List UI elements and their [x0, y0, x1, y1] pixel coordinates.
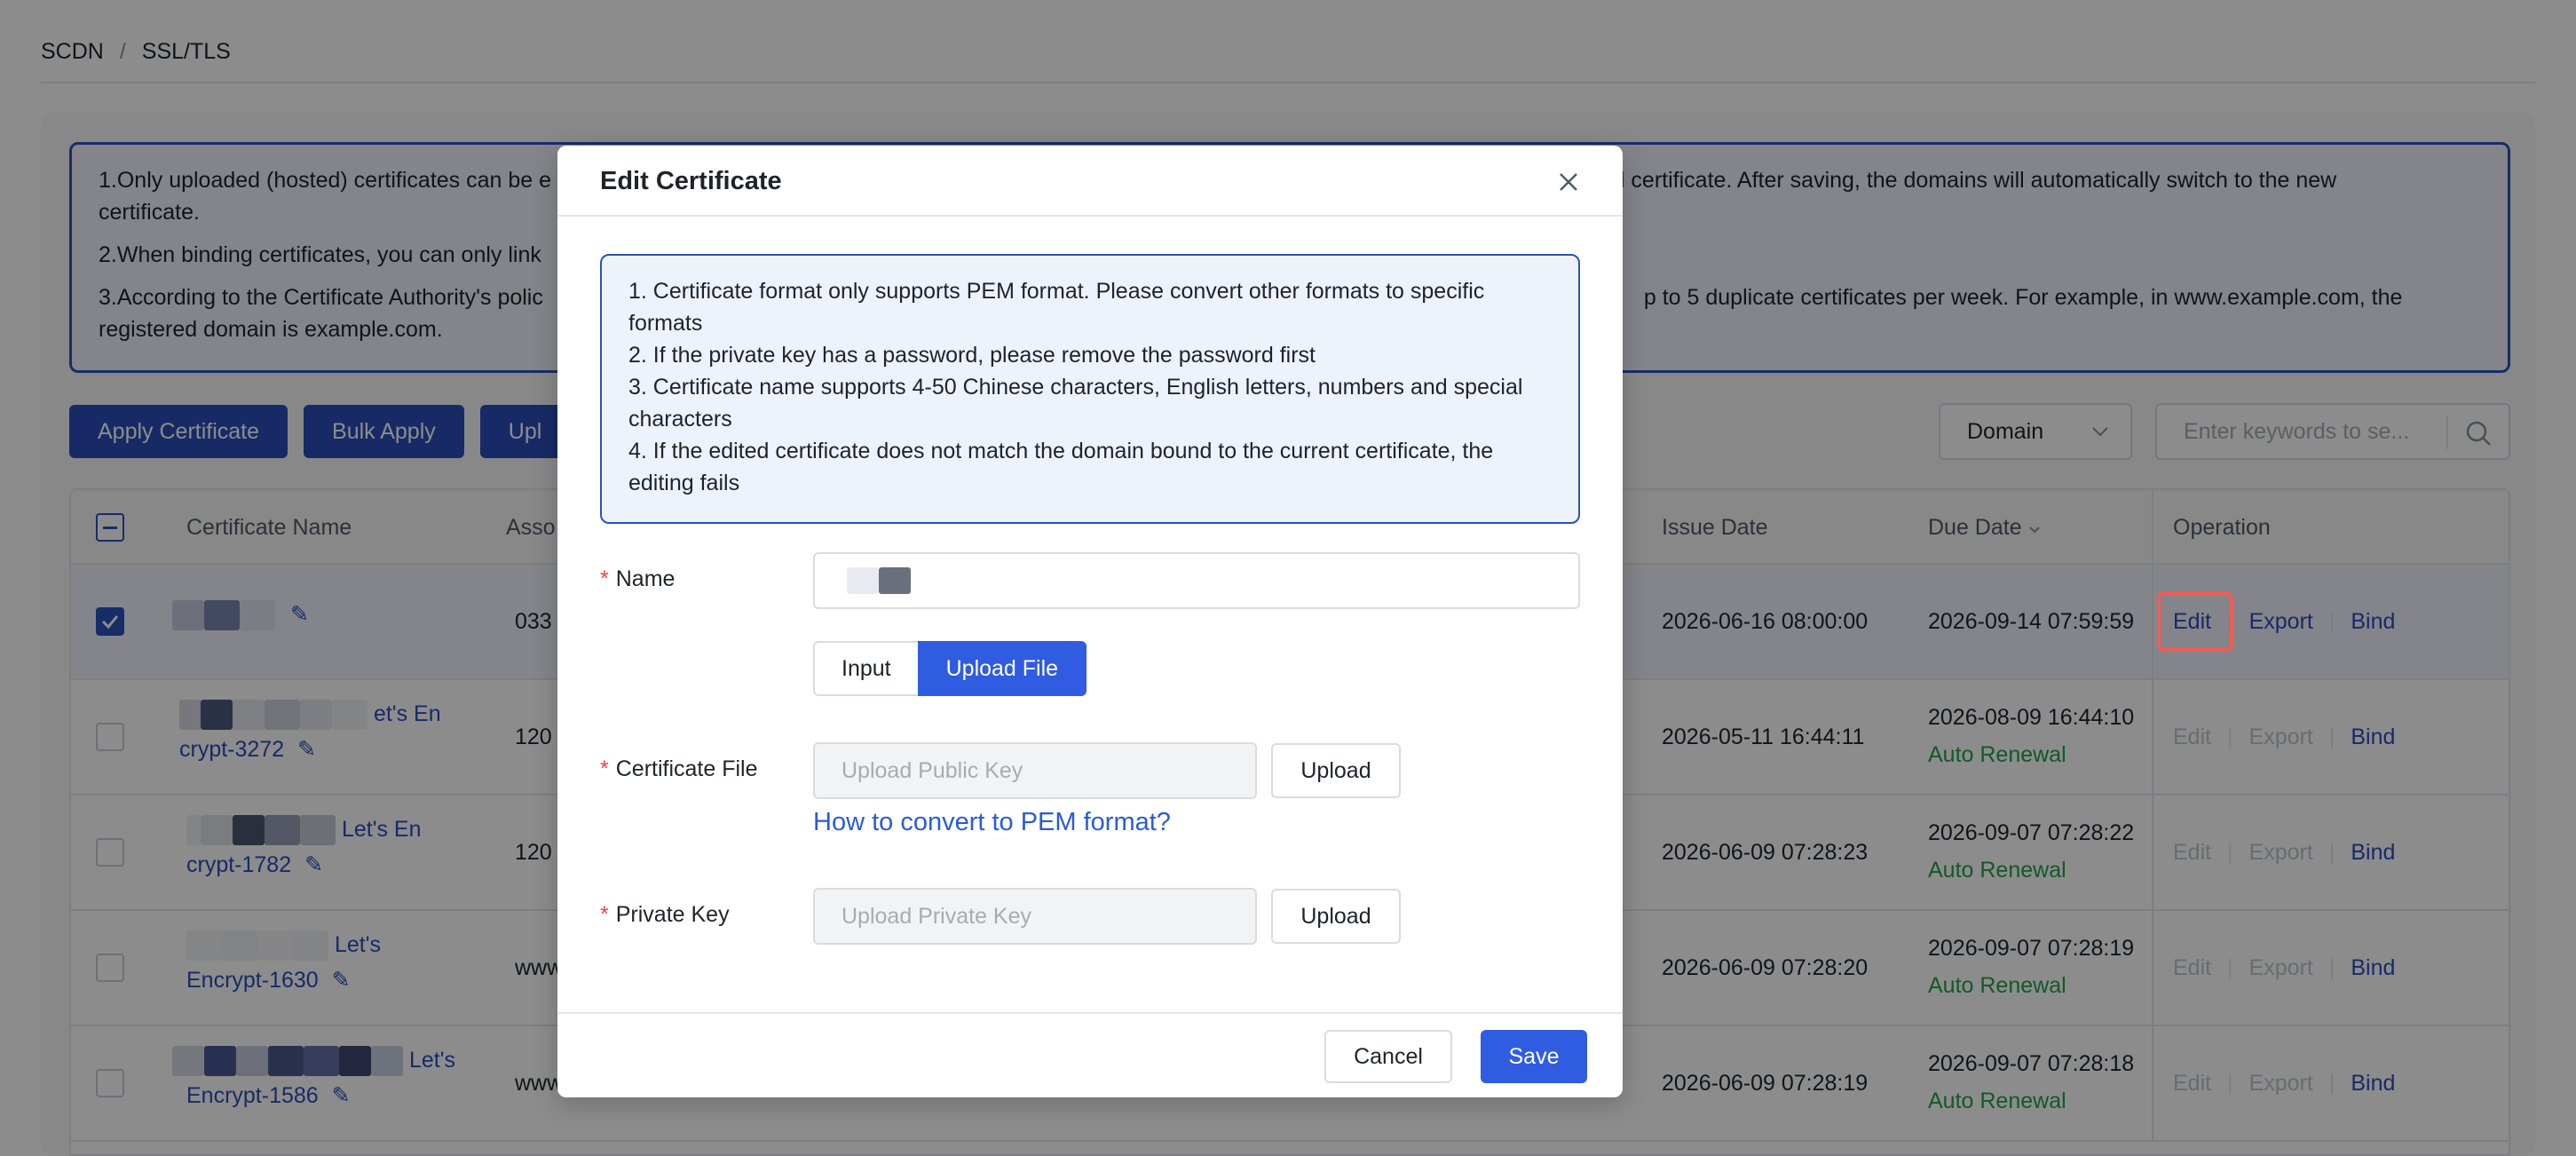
dialog-footer: Cancel Save: [557, 1012, 1623, 1097]
cancel-button[interactable]: Cancel: [1324, 1030, 1452, 1083]
public-key-field[interactable]: Upload Public Key: [813, 742, 1257, 799]
input-mode-button[interactable]: Input: [813, 641, 918, 696]
dialog-header: Edit Certificate: [557, 146, 1623, 217]
dialog-title: Edit Certificate: [600, 167, 782, 195]
input-mode-toggle: Input Upload File: [813, 641, 1087, 696]
name-label: * Name: [600, 566, 676, 591]
close-icon[interactable]: [1555, 169, 1582, 195]
private-key-label: * Private Key: [600, 902, 730, 927]
certificate-file-label: * Certificate File: [600, 756, 758, 781]
info-line-2: 2. If the private key has a password, pl…: [628, 343, 1316, 368]
upload-public-key-button[interactable]: Upload: [1271, 743, 1401, 798]
info-line-4: 4. If the edited certificate does not ma…: [628, 439, 1494, 495]
edit-certificate-dialog: Edit Certificate 1. Certificate format o…: [557, 146, 1623, 1097]
info-line-1: 1. Certificate format only supports PEM …: [628, 279, 1485, 336]
edit-highlight-box: [2157, 591, 2233, 652]
save-button[interactable]: Save: [1481, 1030, 1587, 1083]
certificate-rules-info: 1. Certificate format only supports PEM …: [600, 254, 1580, 524]
private-key-field[interactable]: Upload Private Key: [813, 888, 1257, 945]
pem-format-help-link[interactable]: How to convert to PEM format?: [813, 808, 1171, 837]
info-line-3: 3. Certificate name supports 4-50 Chines…: [628, 375, 1523, 432]
upload-file-mode-button[interactable]: Upload File: [917, 641, 1087, 696]
name-field[interactable]: [813, 552, 1580, 609]
upload-private-key-button[interactable]: Upload: [1271, 889, 1401, 944]
